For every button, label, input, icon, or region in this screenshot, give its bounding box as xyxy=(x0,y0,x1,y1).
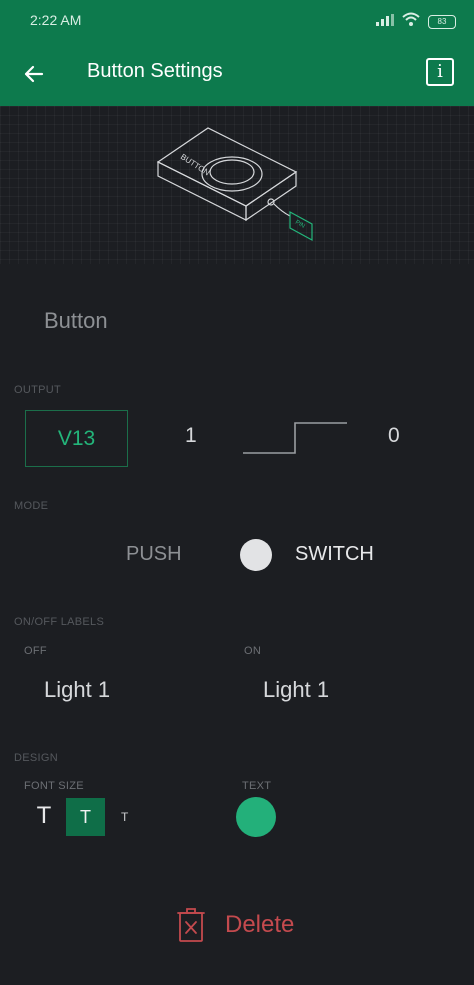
battery-icon: 83 xyxy=(428,14,456,29)
arrow-left-icon xyxy=(24,65,44,83)
status-icons: 83 xyxy=(376,12,456,31)
text-color-caption: TEXT xyxy=(242,780,272,792)
off-label-input[interactable]: Light 1 xyxy=(44,677,110,703)
trash-icon xyxy=(177,908,205,942)
design-section-label: DESIGN xyxy=(14,752,58,764)
font-size-medium-button[interactable]: T xyxy=(66,798,105,836)
status-bar: 2:22 AM 83 xyxy=(0,0,474,40)
mode-switch-option[interactable]: SWITCH xyxy=(295,543,374,566)
font-size-large-button[interactable]: T xyxy=(34,802,54,830)
widget-name-input[interactable]: Button xyxy=(44,308,108,334)
labels-section-label: ON/OFF LABELS xyxy=(14,616,105,628)
output-pin-value: V13 xyxy=(57,427,96,450)
button-device-icon: BUTTON PIN xyxy=(156,127,313,242)
status-time: 2:22 AM xyxy=(30,12,82,28)
delete-label: Delete xyxy=(225,911,295,938)
font-size-caption: FONT SIZE xyxy=(24,780,84,792)
output-low-value[interactable]: 0 xyxy=(388,424,400,448)
info-button[interactable]: i xyxy=(426,58,454,86)
back-button[interactable] xyxy=(18,58,50,90)
delete-button[interactable]: Delete xyxy=(175,905,294,945)
app-bar: Button Settings i xyxy=(0,40,474,106)
page-title: Button Settings xyxy=(87,60,223,82)
battery-level: 83 xyxy=(437,16,447,26)
mode-section-label: MODE xyxy=(14,500,49,512)
step-signal-icon xyxy=(243,422,347,454)
output-high-value[interactable]: 1 xyxy=(185,424,197,448)
signal-icon xyxy=(376,13,394,31)
text-color-picker[interactable] xyxy=(236,797,276,837)
on-label-caption: ON xyxy=(244,645,262,657)
widget-illustration: BUTTON PIN xyxy=(0,106,474,264)
pin-tag-label: PIN xyxy=(294,220,306,230)
font-size-small-button[interactable]: T xyxy=(121,810,128,824)
mode-toggle[interactable] xyxy=(240,539,272,571)
output-pin-selector[interactable]: V13 xyxy=(25,410,128,467)
on-label-input[interactable]: Light 1 xyxy=(263,677,329,703)
mode-push-option[interactable]: PUSH xyxy=(126,543,182,566)
off-label-caption: OFF xyxy=(24,645,47,657)
output-section-label: OUTPUT xyxy=(14,384,62,396)
info-icon: i xyxy=(437,61,443,82)
wifi-icon xyxy=(402,12,420,31)
